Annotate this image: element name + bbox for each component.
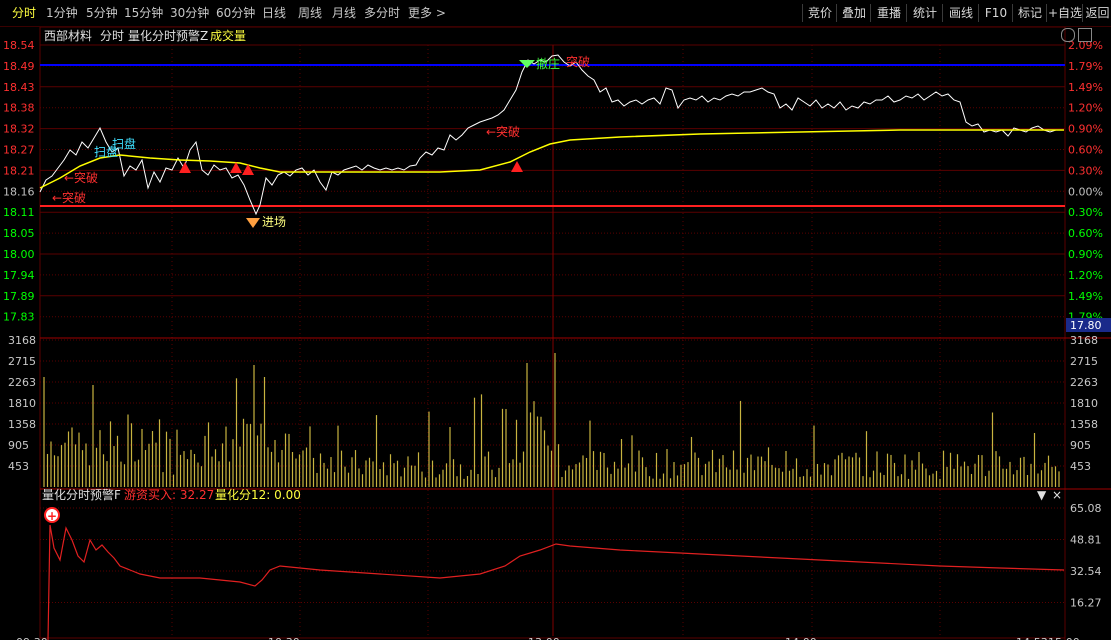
- collapse-icon: ▼: [1037, 488, 1047, 502]
- lower-v2: 量化分12: 0.00: [215, 488, 301, 502]
- period-toolbar: 分时 1分钟 5分钟 15分钟 30分钟 60分钟 日线 周线 月线 多分时 更多 > 竞价 叠加 重播统…: [0, 0, 1111, 27]
- toolbar-button-2[interactable]: 重播: [870, 4, 907, 22]
- toolbar-button-0[interactable]: 竞价: [802, 4, 837, 22]
- toolbar-button-4[interactable]: 画线: [942, 4, 979, 22]
- time-tick: 13:00: [528, 636, 560, 640]
- price-tick: 18.49: [3, 60, 35, 73]
- tab-4[interactable]: 30分钟: [170, 4, 209, 22]
- vol-tick: 453: [8, 460, 29, 473]
- price-tick: 17.89: [3, 290, 35, 303]
- lower-tick: 48.81: [1070, 534, 1102, 547]
- price-tick: 18.11: [3, 206, 35, 219]
- toolbar-button-7[interactable]: +自选: [1046, 4, 1083, 22]
- pct-tick: 0.30%: [1068, 206, 1103, 219]
- current-price: 17.80: [1070, 319, 1102, 332]
- break-label-3: ←突破: [486, 124, 520, 139]
- price-tick: 17.94: [3, 269, 35, 282]
- lower-v1: 游资买入: 32.27: [124, 488, 214, 502]
- price-tick: 17.83: [3, 311, 35, 324]
- volume-label: 成交量: [210, 28, 246, 43]
- tab-6[interactable]: 日线: [262, 4, 286, 22]
- pct-tick: 0.90%: [1068, 123, 1103, 136]
- indicator-name: 量化分时预警Z: [128, 28, 208, 43]
- vol-tick-r: 453: [1070, 460, 1091, 473]
- price-tick: 18.54: [3, 39, 35, 52]
- tab-5[interactable]: 60分钟: [216, 4, 255, 22]
- plus-icon: +: [47, 509, 57, 523]
- capital-line: [47, 524, 1065, 640]
- price-tick: 18.43: [3, 81, 35, 94]
- close-icon: ×: [1052, 488, 1062, 502]
- toolbar-button-5[interactable]: F10: [978, 4, 1013, 22]
- vol-tick: 1810: [8, 397, 36, 410]
- time-tick: 14:00: [785, 636, 817, 640]
- tab-10[interactable]: 更多 >: [408, 4, 446, 22]
- price-tick: 18.16: [3, 185, 35, 198]
- pct-tick: 0.90%: [1068, 248, 1103, 261]
- vol-tick: 1358: [8, 418, 36, 431]
- escape-label: 撤庄: [536, 56, 560, 71]
- price-tick: 18.00: [3, 248, 35, 261]
- tab-9[interactable]: 多分时: [364, 4, 400, 22]
- pct-tick: 0.60%: [1068, 227, 1103, 240]
- pct-tick: 1.20%: [1068, 269, 1103, 282]
- pct-tick: 0.00%: [1068, 185, 1103, 198]
- stock-name: 西部材料: [44, 28, 92, 43]
- lower-tick: 16.27: [1070, 597, 1102, 610]
- vol-tick-r: 2715: [1070, 355, 1098, 368]
- enter-label: 进场: [262, 215, 286, 229]
- pct-tick: 0.30%: [1068, 164, 1103, 177]
- lower-title: 量化分时预警F: [42, 487, 121, 502]
- tab-0[interactable]: 分时: [12, 4, 36, 22]
- price-tick: 18.38: [3, 102, 35, 115]
- pct-tick: 1.79%: [1068, 60, 1103, 73]
- break-label-2: ←突破: [52, 190, 86, 205]
- vol-tick-r: 1810: [1070, 397, 1098, 410]
- vol-tick-r: 1358: [1070, 418, 1098, 431]
- average-line: [39, 129, 1064, 189]
- tab-3[interactable]: 15分钟: [124, 4, 163, 22]
- vol-tick: 2263: [8, 376, 36, 389]
- sweep-label-2: 扫盘: [94, 144, 118, 159]
- vol-tick-r: 905: [1070, 439, 1091, 452]
- tab-2[interactable]: 5分钟: [86, 4, 118, 22]
- buy-signal-icon: [179, 162, 191, 173]
- toolbar-button-3[interactable]: 统计: [906, 4, 943, 22]
- pct-tick: 1.49%: [1068, 81, 1103, 94]
- lower-tick: 32.54: [1070, 565, 1102, 578]
- price-line: [39, 54, 1064, 216]
- pct-tick: 1.20%: [1068, 102, 1103, 115]
- tab-8[interactable]: 月线: [332, 4, 356, 22]
- time-tick: 10:30: [268, 636, 300, 640]
- vol-tick-r: 3168: [1070, 334, 1098, 347]
- tab-7[interactable]: 周线: [298, 4, 322, 22]
- time-tick: 15:00: [1048, 636, 1080, 640]
- tab-1[interactable]: 1分钟: [46, 4, 78, 22]
- enter-diamond-icon: [246, 218, 260, 228]
- toolbar-button-6[interactable]: 标记: [1012, 4, 1047, 22]
- vol-tick-r: 2263: [1070, 376, 1098, 389]
- break-label: ←突破: [64, 170, 98, 185]
- price-tick: 18.05: [3, 227, 35, 240]
- expand-icon[interactable]: [1078, 28, 1092, 42]
- break-label-4: 突破: [566, 54, 590, 69]
- toolbar-button-8[interactable]: 返回: [1082, 4, 1111, 22]
- pct-tick: 1.49%: [1068, 290, 1103, 303]
- buy-signal-icon: [511, 161, 523, 172]
- vol-tick: 905: [8, 439, 29, 452]
- pct-tick: 0.60%: [1068, 144, 1103, 157]
- mode-label: 分时: [100, 29, 124, 43]
- toolbar-button-1[interactable]: 叠加: [836, 4, 871, 22]
- price-tick: 18.32: [3, 123, 35, 136]
- price-tick: 18.27: [3, 144, 35, 157]
- vol-tick: 2715: [8, 355, 36, 368]
- lower-tick: 65.08: [1070, 502, 1102, 515]
- vol-tick: 3168: [8, 334, 36, 347]
- settings-icon[interactable]: [1061, 28, 1075, 42]
- time-tick: 14:53: [1016, 636, 1048, 640]
- intraday-chart: 西部材料 分时 量化分时预警Z 成交量18.54 2.09%18.49 1.79%18.4…: [3, 27, 1111, 640]
- time-tick: 09:30: [16, 636, 48, 640]
- price-tick: 18.21: [3, 164, 35, 177]
